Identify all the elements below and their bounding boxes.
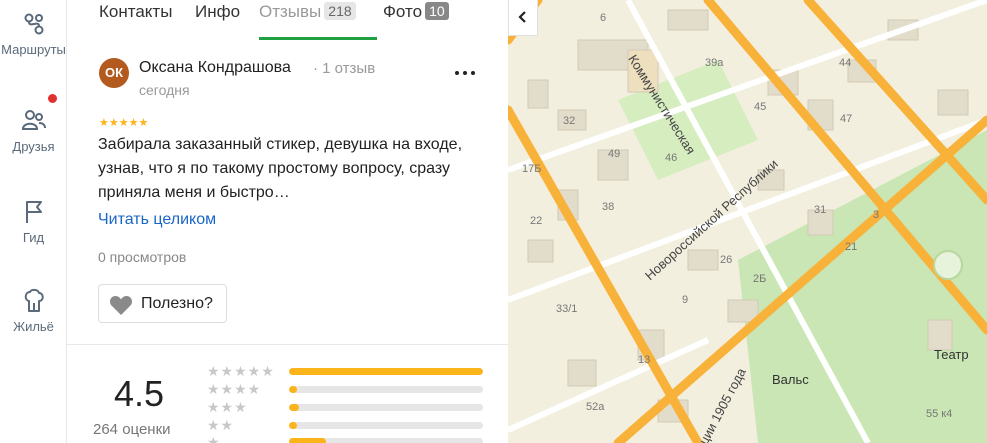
views-count: 0 просмотров — [98, 249, 187, 265]
review-stars: ★★★★★ — [99, 117, 149, 129]
more-options-button[interactable] — [453, 62, 477, 82]
rating-row-5-stars: ★★★★★ — [207, 363, 275, 379]
dot-icon — [455, 71, 459, 75]
dot-icon — [463, 71, 467, 75]
author-review-count: · 1 отзыв — [313, 60, 376, 77]
rail-item-guide[interactable]: Гид — [0, 198, 67, 245]
useful-button[interactable]: Полезно? — [98, 284, 227, 323]
rail-label-guide: Гид — [22, 230, 45, 245]
rating-count: 264 оценки — [93, 421, 171, 438]
review-text: Забирала заказанный стикер, девушка на в… — [98, 136, 463, 201]
rating-row-2-fill — [289, 422, 297, 429]
rail-label-friends: Друзья — [12, 139, 55, 154]
flag-icon — [25, 201, 42, 223]
house-number: 26 — [720, 254, 733, 266]
rail-label-housing: Жильё — [13, 319, 54, 334]
collapse-panel-button[interactable] — [508, 0, 538, 36]
tab-photos-label: Фото — [383, 2, 423, 21]
rail-item-routes[interactable]: Маршруты — [0, 10, 67, 57]
house-number: 49 — [608, 148, 621, 160]
rating-row-2-bar — [289, 422, 483, 429]
house-number: 6 — [600, 12, 607, 24]
review-date: сегодня — [139, 82, 190, 98]
house-number: 3 — [873, 209, 880, 221]
tab-contacts-label: Контакты — [99, 2, 173, 21]
rating-row-4-bar — [289, 386, 483, 393]
poi-label[interactable]: Вальс — [772, 372, 809, 387]
tab-reviews-label: Отзывы — [259, 2, 322, 21]
chevron-left-icon — [518, 11, 526, 23]
read-more-link[interactable]: Читать целиком — [98, 211, 216, 229]
tab-photos[interactable]: Фото 10 — [383, 2, 449, 22]
rail-item-friends[interactable]: Друзья — [0, 107, 67, 154]
dot-icon — [471, 71, 475, 75]
house-number: 33/1 — [556, 303, 578, 315]
house-number: 32 — [563, 115, 576, 127]
useful-label: Полезно? — [141, 295, 213, 312]
friends-icon — [21, 110, 46, 130]
house-number: 9 — [682, 294, 689, 306]
poi-label[interactable]: Театр — [934, 347, 969, 362]
org-panel: Контакты Инфо Отзывы 218 Фото 10 ОК Оксана… — [67, 0, 508, 443]
map-canvas — [508, 0, 987, 443]
rating-score: 4.5 — [114, 373, 165, 414]
rating-row-5-bar — [289, 368, 483, 375]
house-number: 17Б — [522, 163, 542, 175]
tab-contacts[interactable]: Контакты — [99, 2, 172, 22]
house-number: 2Б — [753, 273, 767, 285]
rating-row-1-stars: ★ — [207, 434, 221, 443]
notification-dot — [48, 94, 57, 103]
rating-row-3-bar — [289, 404, 483, 411]
rail-label-routes: Маршруты — [1, 42, 66, 57]
tab-bar: Контакты Инфо Отзывы 218 Фото 10 — [67, 0, 508, 40]
rating-row-3-stars: ★★★ — [207, 399, 248, 415]
reviews-count-badge: 218 — [324, 2, 356, 20]
house-number: 55 к4 — [926, 408, 953, 420]
rating-row-1-fill — [289, 438, 326, 443]
rating-summary: 4.5 264 оценки ★★★★★ ★★★★ ★★★ ★★ ★ — [67, 345, 508, 443]
house-number: 52а — [586, 401, 605, 413]
rating-row-2-stars: ★★ — [207, 417, 235, 433]
rating-row-4-stars: ★★★★ — [207, 381, 262, 397]
rating-row-3-fill — [289, 404, 299, 411]
house-number: 46 — [665, 152, 678, 164]
rail-item-housing[interactable]: Жильё — [0, 287, 67, 334]
left-rail: Маршруты Друзья Гид Жильё — [0, 0, 67, 443]
house-number: 22 — [530, 215, 543, 227]
tab-info[interactable]: Инфо — [195, 2, 240, 22]
housing-icon — [24, 288, 44, 312]
house-number: 13 — [638, 354, 651, 366]
app-root: Маршруты Друзья Гид Жильё Контакты Инфо … — [0, 0, 987, 443]
house-number: 39а — [705, 57, 724, 69]
heart-icon — [109, 296, 133, 315]
avatar[interactable]: ОК — [99, 58, 129, 88]
house-number: 31 — [814, 204, 827, 216]
route-icon — [24, 13, 43, 35]
photos-count-badge: 10 — [425, 2, 449, 20]
review-author[interactable]: Оксана Кондрашова — [139, 59, 291, 77]
fountain — [933, 250, 963, 280]
tab-reviews[interactable]: Отзывы 218 — [259, 2, 356, 22]
rating-row-4-fill — [289, 386, 297, 393]
review-card: ОК Оксана Кондрашова · 1 отзыв сегодня ★… — [67, 40, 508, 342]
house-number: 38 — [602, 201, 615, 213]
map-view[interactable]: 6 39а 44 45 47 32 17Б 49 46 38 22 3 31 2… — [508, 0, 987, 443]
house-number: 21 — [845, 241, 858, 253]
house-number: 44 — [839, 57, 852, 69]
rating-row-1-bar — [289, 438, 483, 443]
house-number: 47 — [840, 113, 853, 125]
house-number: 45 — [754, 101, 767, 113]
tab-info-label: Инфо — [195, 2, 241, 21]
rating-row-5-fill — [289, 368, 483, 375]
